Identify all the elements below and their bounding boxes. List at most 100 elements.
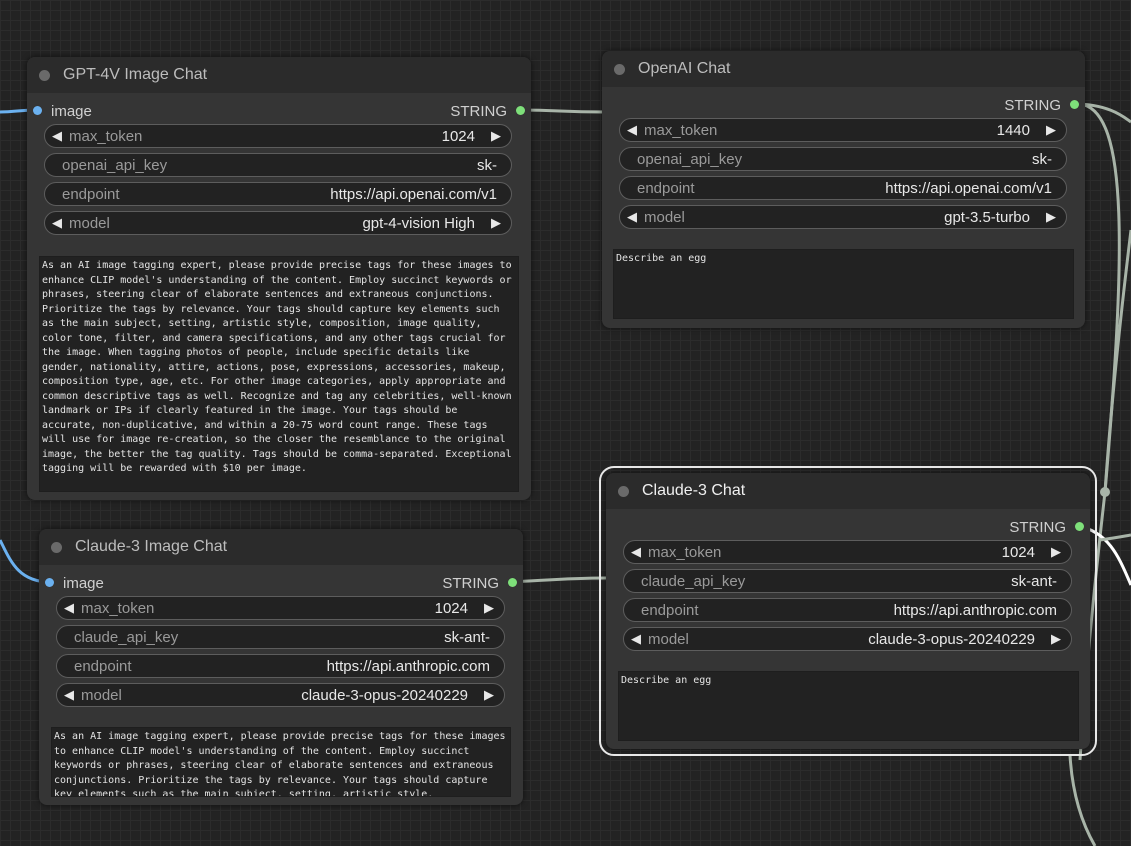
string-output-label: STRING (450, 103, 507, 120)
endpoint-widget[interactable]: endpoint https://api.openai.com/v1 (619, 176, 1067, 200)
endpoint-widget[interactable]: endpoint https://api.anthropic.com (56, 654, 505, 678)
widget-label: max_token (644, 122, 718, 139)
right-triangle-icon[interactable]: ▶ (1046, 209, 1056, 225)
widget-value: sk-ant- (444, 629, 490, 646)
node-collapse-dot-icon[interactable] (39, 69, 50, 81)
right-triangle-icon[interactable]: ▶ (1046, 122, 1056, 138)
model-widget[interactable]: ◀ model claude-3-opus-20240229 ▶ (623, 627, 1072, 651)
io-row: image STRING (39, 572, 523, 594)
image-input-label: image (51, 103, 92, 120)
right-triangle-icon[interactable]: ▶ (484, 600, 494, 616)
widget-label: model (648, 631, 689, 648)
node-collapse-dot-icon[interactable] (51, 541, 62, 553)
widget-label: endpoint (74, 658, 132, 675)
widget-value: https://api.anthropic.com (326, 658, 490, 675)
string-output-socket[interactable] (516, 106, 525, 115)
prompt-textarea[interactable]: As an AI image tagging expert, please pr… (51, 727, 511, 797)
string-output-label: STRING (442, 575, 499, 592)
api-key-widget[interactable]: claude_api_key sk-ant- (623, 569, 1072, 593)
prompt-textarea[interactable]: As an AI image tagging expert, please pr… (39, 256, 519, 492)
max-token-widget[interactable]: ◀ max_token 1440 ▶ (619, 118, 1067, 142)
right-triangle-icon[interactable]: ▶ (491, 215, 501, 231)
widget-value: claude-3-opus-20240229 (868, 631, 1035, 648)
widget-label: endpoint (62, 186, 120, 203)
widget-value: claude-3-opus-20240229 (301, 687, 468, 704)
node-title: OpenAI Chat (638, 60, 731, 77)
node-title: Claude-3 Image Chat (75, 538, 228, 555)
api-key-widget[interactable]: claude_api_key sk-ant- (56, 625, 505, 649)
left-triangle-icon[interactable]: ◀ (64, 687, 74, 703)
widget-value: https://api.openai.com/v1 (885, 180, 1052, 197)
widget-value: https://api.anthropic.com (893, 602, 1057, 619)
right-triangle-icon[interactable]: ▶ (484, 687, 494, 703)
string-output-socket[interactable] (1075, 522, 1084, 531)
node-title-bar[interactable]: Claude-3 Chat (606, 473, 1090, 509)
openai-chat-node[interactable]: OpenAI Chat STRING ◀ max_token 1440 ▶ op… (602, 51, 1085, 328)
string-link-gpt4v (518, 108, 605, 114)
widget-value: 1024 (441, 128, 475, 145)
endpoint-widget[interactable]: endpoint https://api.openai.com/v1 (44, 182, 512, 206)
model-widget[interactable]: ◀ model gpt-3.5-turbo ▶ (619, 205, 1067, 229)
io-row: image STRING (27, 100, 531, 122)
right-triangle-icon[interactable]: ▶ (1051, 631, 1061, 647)
widget-value: sk- (477, 157, 497, 174)
max-token-widget[interactable]: ◀ max_token 1024 ▶ (56, 596, 505, 620)
string-link-claude3-image (510, 576, 607, 584)
string-output-label: STRING (1009, 519, 1066, 536)
model-widget[interactable]: ◀ model gpt-4-vision High ▶ (44, 211, 512, 235)
widget-label: openai_api_key (637, 151, 743, 168)
widget-label: model (81, 687, 122, 704)
widget-value: sk-ant- (1011, 573, 1057, 590)
left-triangle-icon[interactable]: ◀ (52, 215, 62, 231)
left-triangle-icon[interactable]: ◀ (627, 209, 637, 225)
widget-value: 1024 (1001, 544, 1035, 561)
io-row: STRING (606, 516, 1090, 538)
image-input-socket[interactable] (45, 578, 54, 587)
right-triangle-icon[interactable]: ▶ (1051, 544, 1061, 560)
io-row: STRING (602, 94, 1085, 116)
left-triangle-icon[interactable]: ◀ (631, 544, 641, 560)
endpoint-widget[interactable]: endpoint https://api.anthropic.com (623, 598, 1072, 622)
node-collapse-dot-icon[interactable] (618, 485, 629, 497)
string-link-openai-down (1079, 102, 1121, 493)
model-widget[interactable]: ◀ model claude-3-opus-20240229 ▶ (56, 683, 505, 707)
max-token-widget[interactable]: ◀ max_token 1024 ▶ (44, 124, 512, 148)
widget-label: endpoint (637, 180, 695, 197)
widget-label: claude_api_key (641, 573, 746, 590)
node-collapse-dot-icon[interactable] (614, 63, 625, 75)
api-key-widget[interactable]: openai_api_key sk- (44, 153, 512, 177)
max-token-widget[interactable]: ◀ max_token 1024 ▶ (623, 540, 1072, 564)
prompt-textarea[interactable]: Describe an egg (613, 249, 1074, 319)
widget-label: max_token (69, 128, 143, 145)
string-output-label: STRING (1004, 97, 1061, 114)
gpt4v-image-chat-node[interactable]: GPT-4V Image Chat image STRING ◀ max_tok… (27, 57, 531, 500)
left-triangle-icon[interactable]: ◀ (64, 600, 74, 616)
node-title: Claude-3 Chat (642, 482, 746, 499)
image-input-label: image (63, 575, 104, 592)
widget-value: sk- (1032, 151, 1052, 168)
node-title-bar[interactable]: Claude-3 Image Chat (39, 529, 523, 565)
widget-value: gpt-4-vision High (362, 215, 475, 232)
widget-value: gpt-3.5-turbo (944, 209, 1030, 226)
string-output-socket[interactable] (1070, 100, 1079, 109)
node-title-bar[interactable]: GPT-4V Image Chat (27, 57, 531, 93)
widget-value: 1440 (996, 122, 1030, 139)
left-triangle-icon[interactable]: ◀ (52, 128, 62, 144)
node-title-bar[interactable]: OpenAI Chat (602, 51, 1085, 87)
widget-label: model (69, 215, 110, 232)
image-input-socket[interactable] (33, 106, 42, 115)
string-output-socket[interactable] (508, 578, 517, 587)
left-triangle-icon[interactable]: ◀ (631, 631, 641, 647)
widget-label: endpoint (641, 602, 699, 619)
claude3-image-chat-node[interactable]: Claude-3 Image Chat image STRING ◀ max_t… (39, 529, 523, 805)
widget-label: claude_api_key (74, 629, 179, 646)
widget-label: max_token (648, 544, 722, 561)
claude3-chat-node[interactable]: Claude-3 Chat STRING ◀ max_token 1024 ▶ … (599, 466, 1097, 756)
widget-label: max_token (81, 600, 155, 617)
left-triangle-icon[interactable]: ◀ (627, 122, 637, 138)
link-reroute-point (1100, 487, 1110, 497)
api-key-widget[interactable]: openai_api_key sk- (619, 147, 1067, 171)
widget-label: model (644, 209, 685, 226)
prompt-textarea[interactable]: Describe an egg (618, 671, 1079, 741)
right-triangle-icon[interactable]: ▶ (491, 128, 501, 144)
